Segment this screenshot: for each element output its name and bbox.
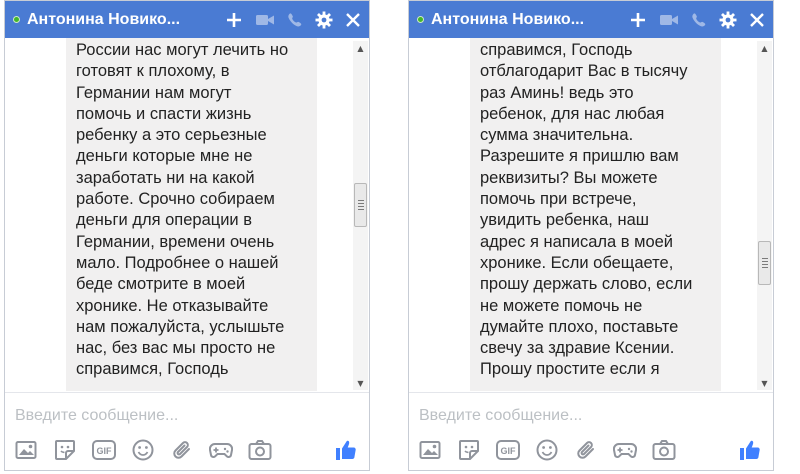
sticker-icon[interactable] [52,437,78,463]
attachment-icon[interactable] [169,437,195,463]
game-controller-icon[interactable] [612,437,638,463]
message-list[interactable]: России нас могут лечить но готовят к пло… [5,38,352,391]
composer: GIF [5,392,369,470]
camera-icon[interactable] [247,437,273,463]
photo-icon[interactable] [417,437,443,463]
header-actions [213,1,361,38]
gear-icon[interactable] [315,11,333,29]
scroll-up-arrow[interactable]: ▲ [757,41,772,55]
scroll-down-arrow[interactable]: ▼ [353,376,368,390]
chat-header[interactable]: Антонина Новико... [5,1,369,38]
message-text: России нас могут лечить но готовят к пло… [76,41,289,379]
contact-name[interactable]: Антонина Новико... [431,11,584,29]
scrollbar[interactable]: ▲ ▼ [353,41,368,390]
emoji-icon[interactable] [534,437,560,463]
contact-name[interactable]: Антонина Новико... [27,11,180,29]
emoji-icon[interactable] [130,437,156,463]
message-text: справимся, Господь отблагодарит Вас в ты… [480,41,693,379]
message-list[interactable]: справимся, Господь отблагодарит Вас в ты… [409,38,756,391]
chat-header[interactable]: Антонина Новико... [409,1,773,38]
attachment-icon[interactable] [573,437,599,463]
message-input[interactable] [419,403,719,429]
video-camera-icon[interactable] [659,12,679,28]
header-actions [617,1,765,38]
close-icon[interactable] [749,12,765,28]
gif-icon[interactable]: GIF [91,437,117,463]
chat-window-right: Антонина Новико... справимся, Господь от… [408,0,774,471]
chat-window-left: Антонина Новико... России нас могут лечи… [4,0,370,471]
gif-label: GIF [501,446,517,456]
phone-icon[interactable] [287,12,303,28]
sticker-icon[interactable] [456,437,482,463]
photo-icon[interactable] [13,437,39,463]
online-status-dot [13,16,20,23]
message-bubble: России нас могут лечить но готовят к пло… [66,38,317,391]
composer-toolbar: GIF [13,437,361,463]
camera-icon[interactable] [651,437,677,463]
plus-icon[interactable] [225,11,243,29]
thumbs-up-icon[interactable] [333,437,359,463]
close-icon[interactable] [345,12,361,28]
scroll-up-arrow[interactable]: ▲ [353,41,368,55]
message-input[interactable] [15,403,315,429]
game-controller-icon[interactable] [208,437,234,463]
gear-icon[interactable] [719,11,737,29]
composer: GIF [409,392,773,470]
scroll-thumb[interactable] [758,241,771,285]
video-camera-icon[interactable] [255,12,275,28]
plus-icon[interactable] [629,11,647,29]
thumbs-up-icon[interactable] [737,437,763,463]
gif-label: GIF [97,446,113,456]
scroll-down-arrow[interactable]: ▼ [757,376,772,390]
gif-icon[interactable]: GIF [495,437,521,463]
scrollbar[interactable]: ▲ ▼ [757,41,772,390]
online-status-dot [417,16,424,23]
phone-icon[interactable] [691,12,707,28]
scroll-thumb[interactable] [354,183,367,227]
message-bubble: справимся, Господь отблагодарит Вас в ты… [470,38,721,391]
composer-toolbar: GIF [417,437,765,463]
